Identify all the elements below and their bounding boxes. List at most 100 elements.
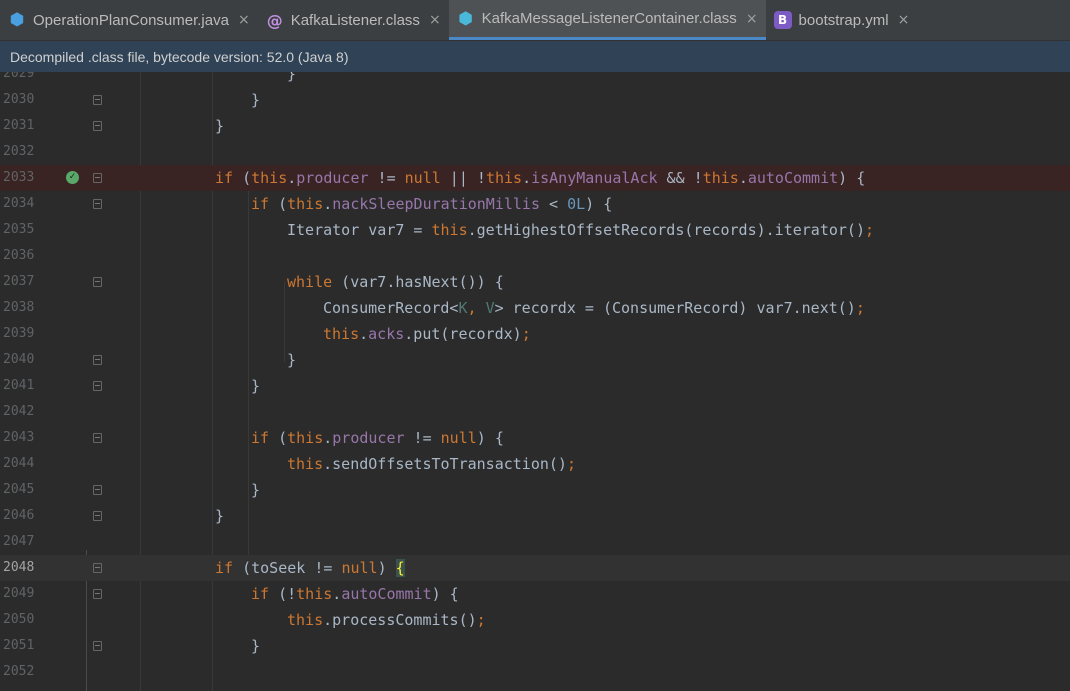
code-token: } — [251, 637, 261, 655]
code-token: } — [215, 507, 225, 525]
fold-marker-icon[interactable] — [93, 485, 102, 495]
code-line[interactable]: 2032 — [0, 139, 1070, 165]
tab-bootstrap-yml[interactable]: Bbootstrap.yml × — [766, 0, 918, 40]
code-token: (toSeek != — [233, 559, 342, 577]
code-line[interactable]: 2034 if (this.nackSleepDurationMillis < 0… — [0, 191, 1070, 217]
fold-marker-icon[interactable] — [93, 589, 102, 599]
code-text: } — [215, 503, 224, 529]
line-number: 2035 — [3, 222, 35, 237]
code-token: ) { — [476, 429, 504, 447]
code-line[interactable]: 2039 this.acks.put(recordx); — [0, 321, 1070, 347]
fold-marker-icon[interactable] — [93, 641, 102, 651]
code-text: this.processCommits(); — [287, 607, 486, 633]
line-number: 2032 — [3, 144, 35, 159]
code-token: != — [368, 169, 405, 187]
code-token: null — [341, 559, 378, 577]
code-token: this — [296, 585, 333, 603]
code-token: isAnyManualAck — [531, 169, 658, 187]
close-tab-icon[interactable]: × — [898, 12, 910, 28]
code-line[interactable]: 2037 while (var7.hasNext()) { — [0, 269, 1070, 295]
line-number: 2037 — [3, 274, 35, 289]
code-line[interactable]: 2038 ConsumerRecord<K, V> recordx = (Cons… — [0, 295, 1070, 321]
code-text: } — [251, 633, 260, 659]
code-line[interactable]: 2044 this.sendOffsetsToTransaction(); — [0, 451, 1070, 477]
line-number: 2051 — [3, 638, 35, 653]
code-token: nackSleepDurationMillis — [332, 195, 540, 213]
code-line[interactable]: 2030} — [0, 87, 1070, 113]
line-number: 2043 — [3, 430, 35, 445]
fold-marker-icon[interactable] — [93, 433, 102, 443]
java-class-icon: ⬢ — [458, 8, 474, 29]
code-token: ( — [269, 195, 288, 213]
code-token: ) { — [585, 195, 613, 213]
line-number: 2048 — [3, 560, 35, 575]
code-token: this — [323, 325, 360, 343]
line-number: 2034 — [3, 196, 35, 211]
fold-marker-icon[interactable] — [93, 199, 102, 209]
code-line[interactable]: 2033 ✓ if (this.producer != null || !this.… — [0, 165, 1070, 191]
code-token: . — [332, 585, 342, 603]
code-token: this — [287, 429, 324, 447]
fold-marker-icon[interactable] — [93, 173, 102, 183]
code-token: .sendOffsetsToTransaction() — [323, 455, 567, 473]
line-number: 2029 — [3, 72, 35, 81]
close-tab-icon[interactable]: × — [746, 11, 758, 27]
code-token: } — [215, 117, 225, 135]
code-token: < — [540, 195, 568, 213]
code-line[interactable]: 2051} — [0, 633, 1070, 659]
code-token: V — [485, 299, 495, 317]
code-line[interactable]: 2043 if (this.producer != null) { — [0, 425, 1070, 451]
fold-marker-icon[interactable] — [93, 381, 102, 391]
code-token: || ! — [440, 169, 486, 187]
fold-marker-icon[interactable] — [93, 121, 102, 131]
tab-kafkalistener-class[interactable]: @ KafkaListener.class × — [258, 0, 449, 40]
code-token: . — [522, 169, 532, 187]
decompiled-banner-text: Decompiled .class file, bytecode version… — [10, 48, 349, 65]
code-line[interactable]: 2049 if (!this.autoCommit) { — [0, 581, 1070, 607]
close-tab-icon[interactable]: × — [429, 12, 441, 28]
code-line[interactable]: 2052 — [0, 659, 1070, 685]
code-token: this — [485, 169, 523, 187]
code-line[interactable]: 2046} — [0, 503, 1070, 529]
code-token: . — [323, 195, 333, 213]
code-line[interactable]: 2036 — [0, 243, 1070, 269]
code-line[interactable]: 2048 if (toSeek != null) { — [0, 555, 1070, 581]
code-token: if — [251, 429, 270, 447]
tab-kafkamessagelistenercontainer-class[interactable]: ⬢ KafkaMessageListenerContainer.class × — [448, 0, 766, 40]
code-token: ; — [864, 221, 875, 239]
code-editor[interactable]: 2029} 2030} 2031} 2032 2033 ✓ if (this.produce… — [0, 72, 1070, 691]
code-token: ; — [855, 299, 865, 317]
code-token: this — [431, 221, 468, 239]
code-token: if — [215, 559, 234, 577]
code-text: } — [251, 373, 260, 399]
annotation-icon: @ — [266, 10, 283, 30]
fold-marker-icon[interactable] — [93, 511, 102, 521]
close-tab-icon[interactable]: × — [238, 12, 250, 28]
code-text: this.acks.put(recordx); — [323, 321, 531, 347]
code-line[interactable]: 2040} — [0, 347, 1070, 373]
code-token: autoCommit — [341, 585, 432, 603]
fold-marker-icon[interactable] — [93, 355, 102, 365]
code-line[interactable]: 2029} — [0, 72, 1070, 87]
code-text: while (var7.hasNext()) { — [287, 269, 504, 295]
fold-marker-icon[interactable] — [93, 277, 102, 287]
tab-label: OperationPlanConsumer.java — [33, 11, 229, 29]
fold-marker-icon[interactable] — [93, 95, 102, 105]
code-token: . — [323, 429, 333, 447]
code-line[interactable]: 2042 — [0, 399, 1070, 425]
tab-operationplanconsumer-java[interactable]: ⬢ OperationPlanConsumer.java × — [0, 0, 258, 40]
code-token: .processCommits() — [323, 611, 477, 629]
line-number: 2049 — [3, 586, 35, 601]
java-class-icon: ⬢ — [9, 10, 25, 30]
code-line[interactable]: 2047 — [0, 529, 1070, 555]
code-line[interactable]: 2041} — [0, 373, 1070, 399]
breakpoint-check-icon[interactable]: ✓ — [66, 171, 79, 184]
code-line[interactable]: 2031} — [0, 113, 1070, 139]
code-line[interactable]: 2035 Iterator var7 = this.getHighestOffse… — [0, 217, 1070, 243]
line-number: 2052 — [3, 664, 35, 679]
code-token: producer — [332, 429, 405, 447]
code-line[interactable]: 2045} — [0, 477, 1070, 503]
line-number: 2046 — [3, 508, 35, 523]
code-line[interactable]: 2050 this.processCommits(); — [0, 607, 1070, 633]
fold-marker-icon[interactable] — [93, 563, 102, 573]
